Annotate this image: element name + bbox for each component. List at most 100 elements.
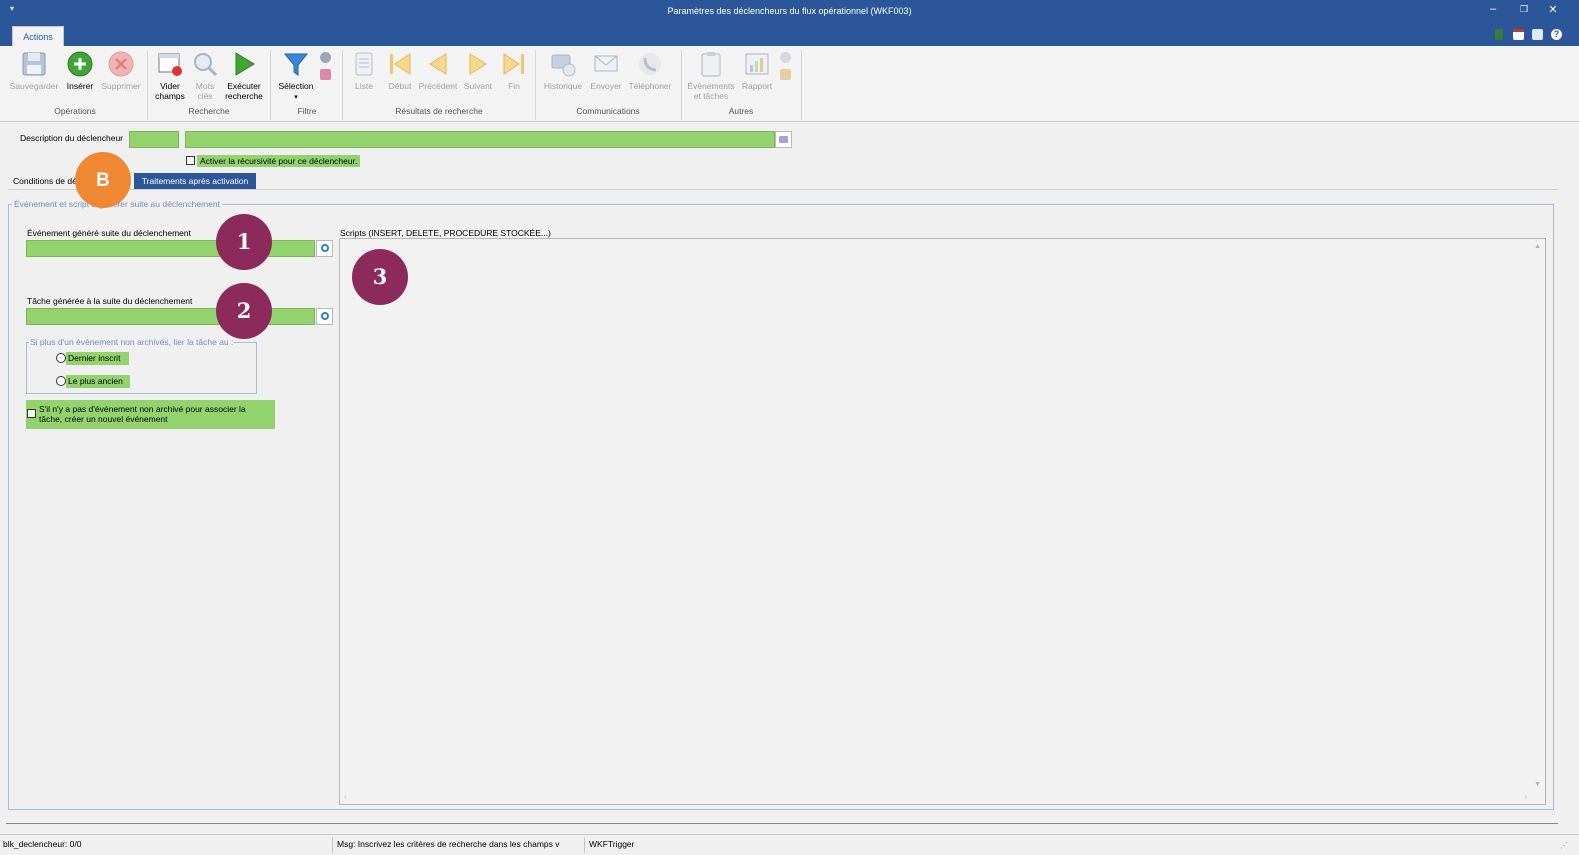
phone-button[interactable]: Téléphoner xyxy=(624,48,676,91)
next-button[interactable]: Suivant xyxy=(460,48,496,91)
tab-conditions[interactable]: Conditions de dé xyxy=(13,176,77,186)
history-icon xyxy=(549,50,577,78)
ribbon-tab-strip: Actions ? xyxy=(0,24,1579,46)
link-task-title: Si plus d'un événement non archivés, lie… xyxy=(29,337,235,347)
event-label: Événement généré suite du déclenchement xyxy=(27,228,191,238)
tab-traitements[interactable]: Traitements après activation xyxy=(134,173,256,189)
ribbon-separator xyxy=(535,50,536,120)
scroll-right-icon[interactable]: › xyxy=(1524,792,1527,801)
minimize-button[interactable]: – xyxy=(1484,3,1502,15)
annotation-badge-b: B xyxy=(75,152,131,208)
status-block: blk_declencheur: 0/0 xyxy=(3,839,82,849)
bottom-divider xyxy=(6,823,1558,824)
scripts-editor[interactable]: ▲ ▼ ‹ › xyxy=(339,238,1546,805)
ribbon-separator xyxy=(342,50,343,120)
tab-actions[interactable]: Actions xyxy=(12,26,64,46)
recursivity-label: Activer la récursivité pour ce déclenche… xyxy=(197,155,361,167)
ribbon-separator xyxy=(801,50,802,120)
first-icon xyxy=(386,50,414,78)
radio-last-label: Dernier inscrit xyxy=(66,352,129,365)
event-search-button[interactable] xyxy=(316,240,333,257)
clear-filter-icon[interactable] xyxy=(320,69,331,80)
create-event-label: S'il n'y a pas d'événement non archivé p… xyxy=(39,404,246,424)
last-icon xyxy=(500,50,528,78)
ribbon: Sauvegarder Insérer Supprimer Opérations… xyxy=(0,46,1579,122)
description-field[interactable] xyxy=(185,131,775,148)
clipboard-icon xyxy=(697,50,725,78)
chevron-down-icon: ▾ xyxy=(294,94,298,101)
window-title: Paramètres des déclencheurs du flux opér… xyxy=(667,6,912,16)
ribbon-separator xyxy=(681,50,682,120)
phone-icon xyxy=(636,50,664,78)
annotation-badge-1: 1 xyxy=(216,214,272,270)
scroll-up-icon[interactable]: ▲ xyxy=(1534,243,1541,250)
task-label: Tâche générée à la suite du déclenchemen… xyxy=(27,296,193,306)
scroll-left-icon[interactable]: ‹ xyxy=(344,792,347,801)
search-icon xyxy=(321,312,329,320)
scripts-label: Scripts (INSERT, DELETE, PROCEDURE STOCK… xyxy=(340,228,551,238)
schedule-icon[interactable] xyxy=(780,69,791,80)
selection-button[interactable]: Sélection ▾ xyxy=(274,48,318,103)
group-label-filtre: Filtre xyxy=(297,106,317,116)
previous-button[interactable]: Précédent xyxy=(416,48,460,91)
report-button[interactable]: Rapport xyxy=(738,48,776,91)
calendar-icon[interactable] xyxy=(1513,29,1524,40)
next-icon xyxy=(464,50,492,78)
calculator-icon[interactable] xyxy=(1495,29,1503,40)
report-icon xyxy=(743,50,771,78)
last-button[interactable]: Fin xyxy=(498,48,530,91)
envelope-icon xyxy=(592,50,620,78)
annotation-badge-2: 2 xyxy=(216,283,272,339)
radio-oldest-label: Le plus ancien xyxy=(66,375,130,388)
radio-oldest[interactable] xyxy=(56,376,66,386)
status-message: Msg: Inscrivez les critères de recherche… xyxy=(337,839,560,849)
print-icon[interactable] xyxy=(1532,29,1543,40)
radio-last-registered[interactable] xyxy=(56,353,66,363)
resize-grip-icon[interactable]: ⋰ xyxy=(1560,841,1568,850)
title-bar: ▾ Paramètres des déclencheurs du flux op… xyxy=(0,0,1579,24)
annotation-badge-3: 3 xyxy=(352,249,408,305)
status-form: WKFTrigger xyxy=(589,839,635,849)
group-label-recherche: Recherche xyxy=(188,106,230,116)
translate-button[interactable] xyxy=(775,131,792,148)
close-button[interactable]: ✕ xyxy=(1544,3,1562,16)
history-button[interactable]: Historique xyxy=(540,48,586,91)
save-button[interactable]: Sauvegarder xyxy=(6,48,62,91)
status-bar: blk_declencheur: 0/0 Msg: Inscrivez les … xyxy=(0,834,1579,855)
tab-divider xyxy=(8,189,1558,190)
status-separator xyxy=(332,837,333,853)
filter-icon xyxy=(282,50,310,78)
ribbon-separator xyxy=(270,50,271,120)
task-search-button[interactable] xyxy=(316,308,333,325)
delete-button[interactable]: Supprimer xyxy=(98,48,144,91)
status-separator xyxy=(584,837,585,853)
create-event-checkbox[interactable] xyxy=(27,409,36,418)
floppy-disk-icon xyxy=(20,50,48,78)
ribbon-separator xyxy=(147,50,148,120)
clear-fields-icon xyxy=(156,50,184,78)
send-button[interactable]: Envoyer xyxy=(588,48,624,91)
restore-button[interactable]: ❐ xyxy=(1515,4,1533,15)
delete-icon xyxy=(107,50,135,78)
insert-button[interactable]: Insérer xyxy=(62,48,98,91)
plus-icon xyxy=(66,50,94,78)
play-icon xyxy=(230,50,258,78)
recursivity-checkbox[interactable] xyxy=(186,156,195,165)
trigger-code-field[interactable] xyxy=(129,131,179,148)
group-label-autres: Autres xyxy=(728,106,754,116)
clear-fields-button[interactable]: Vider champs xyxy=(152,48,188,101)
keywords-button[interactable]: Mots clés xyxy=(188,48,222,101)
clock-icon[interactable] xyxy=(780,52,791,63)
help-icon[interactable]: ? xyxy=(1551,29,1562,40)
comment-icon xyxy=(779,136,788,143)
first-button[interactable]: Début xyxy=(384,48,416,91)
group-label-communications: Communications xyxy=(576,106,640,116)
scroll-down-icon[interactable]: ▼ xyxy=(1534,781,1541,788)
group-label-resultats: Résultats de recherche xyxy=(395,106,483,116)
execute-search-button[interactable]: Exécuter recherche xyxy=(222,48,266,101)
link-task-groupbox xyxy=(26,342,257,394)
list-icon xyxy=(350,50,378,78)
list-button[interactable]: Liste xyxy=(346,48,382,91)
gear-icon[interactable] xyxy=(320,52,331,63)
events-tasks-button[interactable]: Événements et tâches xyxy=(684,48,738,101)
